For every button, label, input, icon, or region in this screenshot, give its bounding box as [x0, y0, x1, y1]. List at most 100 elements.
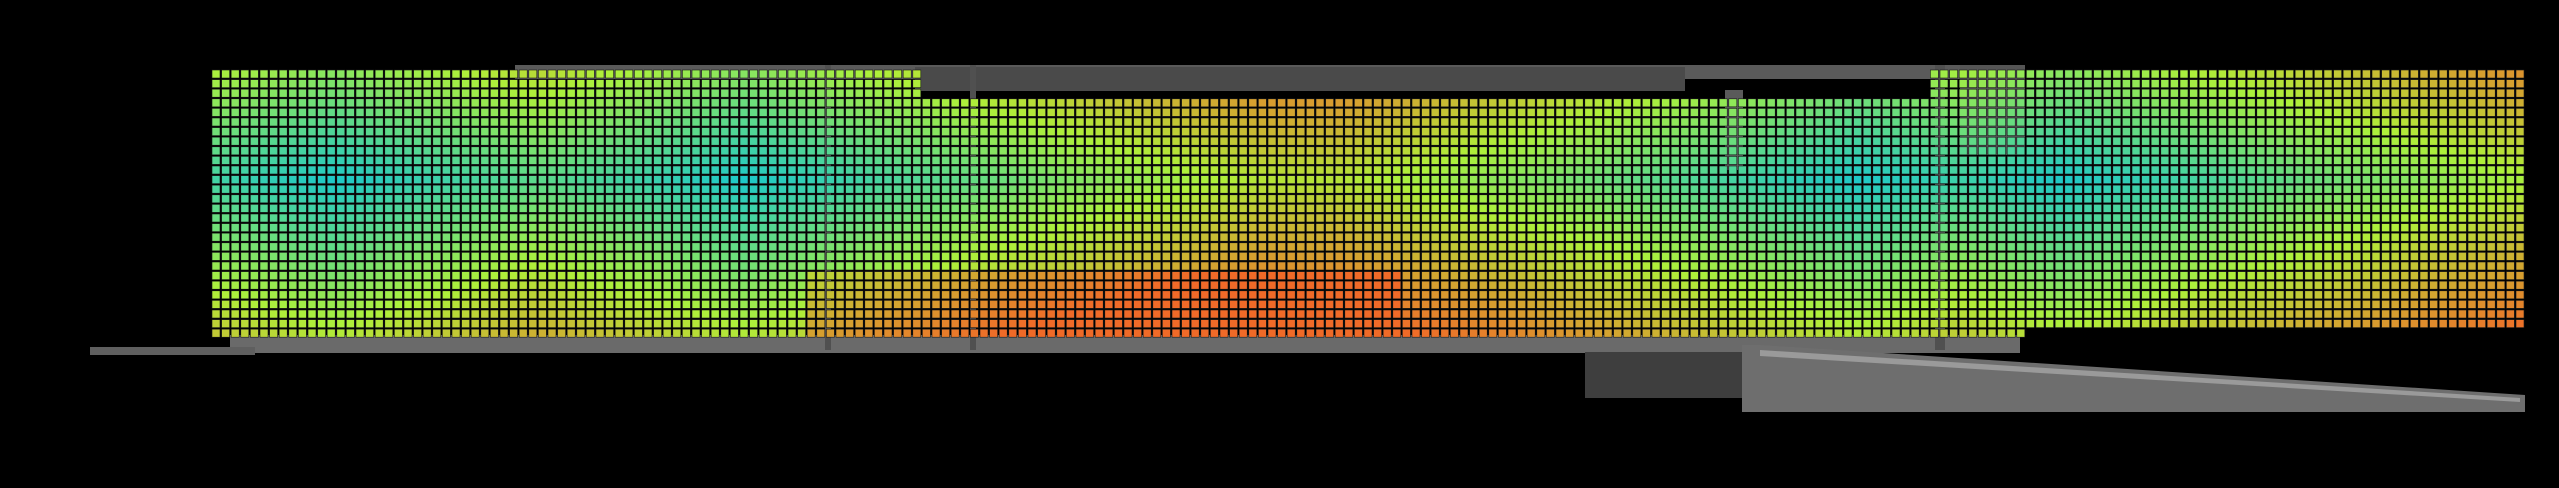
heatmap-cell	[2275, 223, 2285, 232]
heatmap-cell	[787, 252, 797, 261]
heatmap-cell	[538, 184, 547, 194]
heatmap-cell	[1805, 146, 1814, 156]
heatmap-cell	[1939, 271, 1949, 280]
heatmap-cell	[2093, 165, 2102, 175]
heatmap-cell	[355, 213, 365, 223]
heatmap-cell	[2074, 127, 2083, 136]
heatmap-cell	[2198, 242, 2208, 252]
heatmap-cell	[2381, 204, 2390, 213]
heatmap-cell	[2189, 213, 2198, 223]
heatmap-cell	[2170, 165, 2179, 175]
heatmap-cell	[2026, 223, 2035, 232]
heatmap-cell	[2506, 194, 2515, 204]
heatmap-cell	[250, 175, 259, 184]
heatmap-cell	[1306, 242, 1315, 252]
heatmap-cell	[230, 136, 240, 146]
heatmap-cell	[2410, 175, 2419, 184]
heatmap-cell	[2467, 194, 2477, 204]
heatmap-cell	[1037, 204, 1046, 213]
heatmap-cell	[221, 146, 230, 156]
heatmap-cell	[1555, 232, 1565, 242]
heatmap-cell	[2419, 204, 2429, 213]
heatmap-cell	[1776, 223, 1786, 232]
heatmap-cell	[2045, 127, 2054, 136]
heatmap-cell	[2198, 271, 2208, 280]
heatmap-cell	[1094, 261, 1104, 271]
heatmap-cell	[1200, 98, 1210, 108]
heatmap-cell	[595, 127, 605, 136]
heatmap-cell	[394, 69, 403, 79]
heatmap-cell	[1402, 223, 1411, 232]
heatmap-cell	[701, 175, 710, 184]
heatmap-cell	[2189, 146, 2198, 156]
heatmap-cell	[566, 271, 576, 280]
heatmap-cell	[1469, 261, 1478, 271]
heatmap-cell	[1709, 261, 1718, 271]
heatmap-cell	[1738, 156, 1747, 165]
heatmap-cell	[2189, 175, 2198, 184]
heatmap-cell	[1478, 146, 1488, 156]
heatmap-cell	[259, 165, 269, 175]
heatmap-cell	[2170, 146, 2179, 156]
heatmap-cell	[643, 204, 653, 213]
heatmap-cell	[1968, 98, 1978, 108]
heatmap-cell	[854, 252, 864, 261]
heatmap-cell	[1670, 213, 1680, 223]
heatmap-cell	[2477, 98, 2486, 108]
heatmap-cell	[2054, 261, 2064, 271]
heatmap-cell	[749, 184, 758, 194]
heatmap-cell	[384, 261, 394, 271]
heatmap-cell	[413, 136, 422, 146]
heatmap-cell	[931, 261, 941, 271]
heatmap-cell	[1507, 184, 1517, 194]
heatmap-cell	[355, 175, 365, 184]
heatmap-cell	[2054, 79, 2064, 88]
heatmap-cell	[1382, 232, 1392, 242]
heatmap-cell	[1834, 146, 1843, 156]
heatmap-cell	[528, 194, 538, 204]
heatmap-cell	[1238, 213, 1248, 223]
heatmap-cell	[1123, 146, 1133, 156]
heatmap-cell	[1219, 204, 1229, 213]
heatmap-cell	[1267, 242, 1277, 252]
heatmap-cell	[1267, 184, 1277, 194]
heatmap-cell	[2448, 156, 2458, 165]
heatmap-cell	[2035, 204, 2045, 213]
heatmap-cell	[2342, 252, 2352, 261]
heatmap-cell	[1546, 232, 1555, 242]
heatmap-cell	[2333, 136, 2342, 146]
heatmap-cell	[1354, 117, 1363, 127]
heatmap-cell	[2093, 136, 2102, 146]
heatmap-cell	[490, 146, 499, 156]
heatmap-cell	[931, 175, 941, 184]
heatmap-cell	[2266, 184, 2275, 194]
heatmap-cell	[1824, 175, 1834, 184]
heatmap-cell	[1680, 213, 1690, 223]
heatmap-cell	[365, 127, 374, 136]
heatmap-cell	[1555, 223, 1565, 232]
heatmap-cell	[1786, 261, 1795, 271]
heatmap-cell	[1555, 184, 1565, 194]
heatmap-cell	[1910, 108, 1920, 117]
heatmap-cell	[720, 69, 730, 79]
heatmap-cell	[1939, 204, 1949, 213]
heatmap-cell	[2246, 223, 2256, 232]
heatmap-cell	[797, 223, 806, 232]
heatmap-cell	[1210, 117, 1219, 127]
heatmap-cell	[902, 242, 912, 252]
heatmap-cell	[1536, 117, 1546, 127]
heatmap-cell	[576, 242, 586, 252]
heatmap-cell	[624, 261, 634, 271]
heatmap-cell	[1219, 156, 1229, 165]
heatmap-cell	[547, 175, 557, 184]
heatmap-cell	[1891, 271, 1901, 280]
heatmap-cell	[269, 204, 278, 213]
heatmap-cell	[1824, 204, 1834, 213]
heatmap-cell	[1142, 117, 1152, 127]
heatmap-cell	[403, 136, 413, 146]
heatmap-cell	[2189, 184, 2198, 194]
heatmap-cell	[2131, 88, 2141, 98]
heatmap-cell	[2429, 146, 2438, 156]
heatmap-cell	[326, 117, 336, 127]
heatmap-cell	[1306, 232, 1315, 242]
